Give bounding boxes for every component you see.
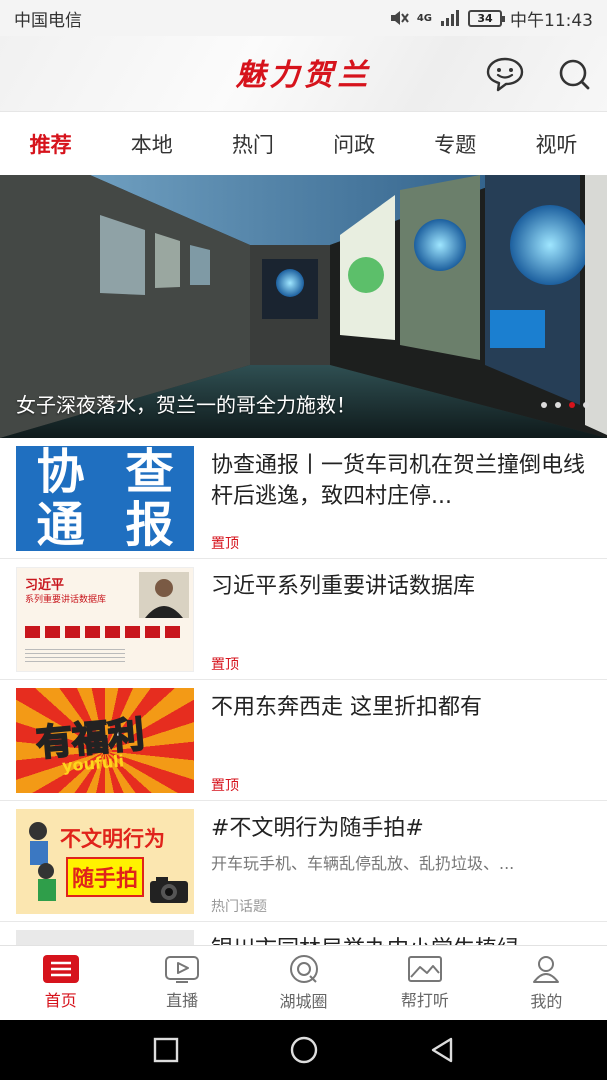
- news-summary: 开车玩手机、车辆乱停乱放、乱扔垃圾、...: [211, 854, 515, 873]
- search-button[interactable]: [554, 54, 594, 94]
- carousel-dot: [541, 402, 547, 408]
- thumbnail-text: youfuli: [61, 751, 125, 776]
- square-icon: [125, 626, 140, 638]
- square-icon: [25, 626, 40, 638]
- picture-icon: [407, 956, 442, 982]
- news-thumbnail: 协 查 通 报: [16, 446, 194, 551]
- nav-label: 直播: [166, 991, 199, 1010]
- square-icon: [45, 626, 60, 638]
- circle-community-icon: [289, 955, 318, 983]
- pinned-tag: 置顶: [211, 536, 239, 552]
- network-type-label: 4G: [416, 12, 432, 24]
- headline-carousel[interactable]: 女子深夜落水，贺兰一的哥全力施救！: [0, 175, 607, 438]
- tab-inquiry[interactable]: 问政: [304, 129, 405, 159]
- home-list-icon: [42, 955, 79, 983]
- square-icon: [105, 626, 120, 638]
- square-icon: [145, 626, 160, 638]
- signal-icon: [441, 10, 459, 26]
- category-tabs: 推荐 本地 热门 问政 专题 视听: [0, 113, 607, 175]
- news-thumbnail: 有福利 youfuli: [16, 688, 194, 793]
- thumbnail-text: 系列重要讲话数据库: [25, 595, 107, 605]
- news-title[interactable]: 协查通报丨一货车司机在贺兰撞倒电线杆后逃逸，致四村庄停...: [211, 450, 596, 512]
- nav-live[interactable]: 直播: [121, 946, 242, 1020]
- tab-audio-video[interactable]: 视听: [506, 129, 607, 159]
- news-title[interactable]: #不文明行为随手拍#: [211, 813, 596, 844]
- news-feed: 协 查 通 报 协查通报丨一货车司机在贺兰撞倒电线杆后逃逸，致四村庄停... 置…: [0, 438, 607, 945]
- square-icon: [65, 626, 80, 638]
- nav-label: 我的: [530, 992, 563, 1011]
- mute-icon: [390, 11, 409, 25]
- news-title[interactable]: 习近平系列重要讲话数据库: [211, 571, 596, 602]
- pinned-tag: 置顶: [211, 657, 239, 673]
- status-bar: 中国电信 4G 34 中午11:43: [0, 0, 607, 36]
- nav-label: 湖城圈: [279, 992, 328, 1011]
- pinned-tag: 置顶: [211, 778, 239, 794]
- news-item[interactable]: 协 查 通 报 协查通报丨一货车司机在贺兰撞倒电线杆后逃逸，致四村庄停... 置…: [0, 438, 607, 559]
- nav-community[interactable]: 湖城圈: [243, 946, 364, 1020]
- thumbnail-text: 随手拍: [66, 857, 145, 897]
- news-thumbnail: 不文明行为 随手拍: [16, 809, 194, 914]
- nav-home[interactable]: 首页: [0, 946, 121, 1020]
- tab-topics[interactable]: 专题: [405, 129, 506, 159]
- news-thumbnail: 习近平 系列重要讲话数据库: [16, 567, 194, 672]
- nav-profile[interactable]: 我的: [486, 946, 607, 1020]
- thumbnail-lines: [25, 646, 125, 664]
- carousel-dot-active: [569, 402, 575, 408]
- carousel-indicator: [541, 402, 589, 408]
- news-title[interactable]: 银川市园林局举办中小学生植绿: [211, 934, 596, 945]
- camera-icon: [150, 877, 188, 903]
- system-navigation-bar: [0, 1020, 607, 1080]
- status-icons: 4G 34 中午11:43: [389, 6, 593, 31]
- back-triangle-icon[interactable]: [429, 1036, 455, 1064]
- carrier-label: 中国电信: [14, 10, 82, 31]
- chat-button[interactable]: [485, 54, 525, 94]
- news-item[interactable]: 银川市园林局举办中小学生植绿: [0, 922, 607, 945]
- app-header: 魅力贺兰: [0, 36, 607, 112]
- news-item[interactable]: 不文明行为 随手拍 #不文明行为随手拍# 开车玩手机、车辆乱停乱放、乱扔垃圾、.…: [0, 801, 607, 922]
- battery-icon: 34: [468, 9, 505, 27]
- thumbnail-text: 通: [36, 496, 85, 551]
- home-circle-icon[interactable]: [289, 1035, 319, 1065]
- portrait-image: [139, 572, 189, 618]
- chat-bubble-icon: [486, 57, 524, 92]
- tab-local[interactable]: 本地: [101, 129, 202, 159]
- nav-label: 首页: [44, 991, 77, 1010]
- search-icon: [559, 59, 590, 90]
- recents-square-icon[interactable]: [153, 1037, 179, 1063]
- carousel-caption[interactable]: 女子深夜落水，贺兰一的哥全力施救！: [16, 389, 356, 418]
- square-icon: [85, 626, 100, 638]
- nav-label: 帮打听: [400, 991, 449, 1010]
- square-icon: [165, 626, 180, 638]
- news-item[interactable]: 习近平 系列重要讲话数据库 习近平系列重要讲话数据库 置顶: [0, 559, 607, 680]
- hot-topic-tag: 热门话题: [211, 899, 267, 915]
- bottom-navigation: 首页 直播 湖城圈 帮打听 我的: [0, 945, 607, 1020]
- news-item[interactable]: 有福利 youfuli 不用东奔西走 这里折扣都有 置顶: [0, 680, 607, 801]
- thumbnail-text: 习近平: [25, 578, 65, 593]
- news-thumbnail: [16, 930, 194, 945]
- news-title[interactable]: 不用东奔西走 这里折扣都有: [211, 692, 596, 723]
- carousel-dot: [555, 402, 561, 408]
- tab-recommend[interactable]: 推荐: [0, 129, 101, 159]
- carousel-dot: [583, 402, 589, 408]
- nav-inquire[interactable]: 帮打听: [364, 946, 485, 1020]
- thumbnail-text: 查: [125, 446, 174, 500]
- thumbnail-icon-row: [25, 626, 180, 638]
- user-icon: [533, 956, 560, 983]
- thumbnail-text: 报: [125, 496, 174, 551]
- clock-label: 中午11:43: [510, 10, 593, 31]
- live-play-icon: [165, 956, 200, 983]
- thumbnail-text: 不文明行为: [60, 827, 165, 851]
- tab-hot[interactable]: 热门: [202, 129, 303, 159]
- thumbnail-text: 协: [36, 446, 85, 500]
